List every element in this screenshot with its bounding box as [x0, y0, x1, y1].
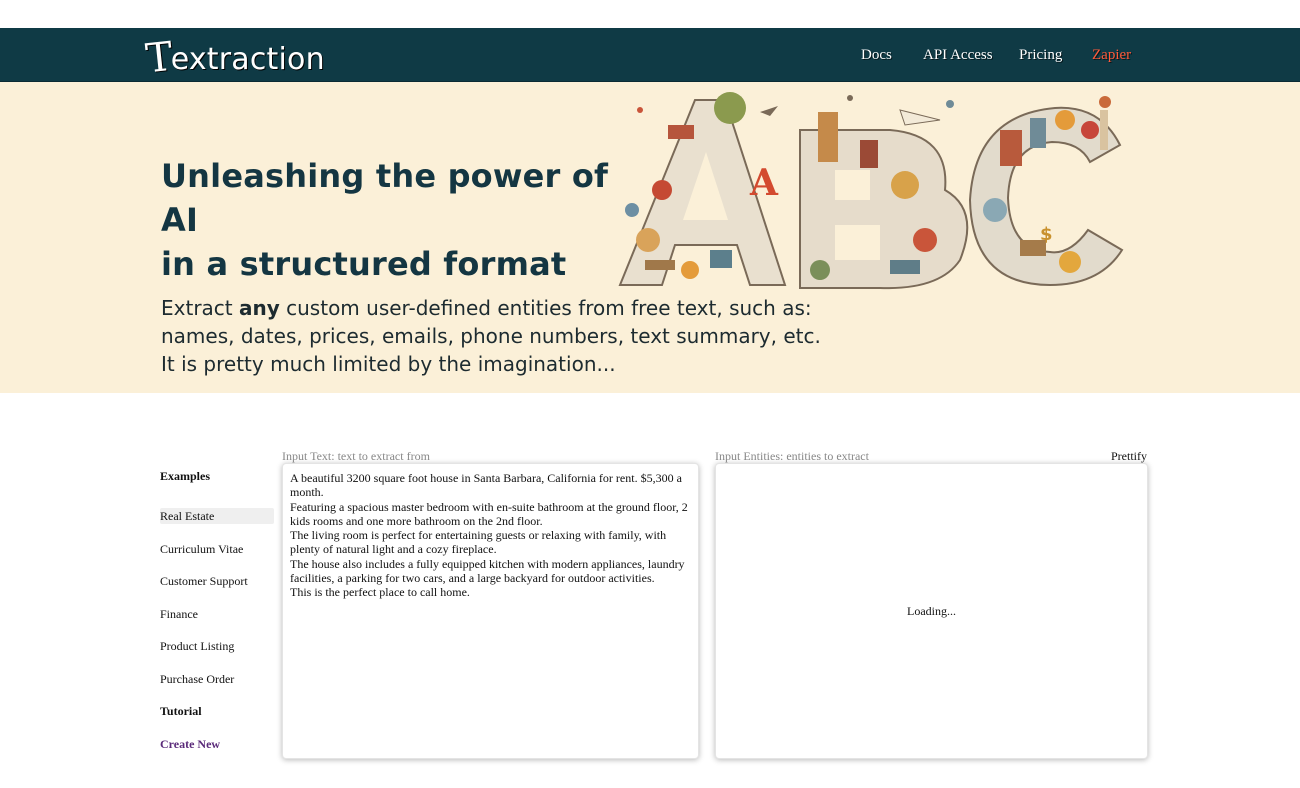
textraction-logo[interactable]: T extraction	[143, 32, 325, 83]
nav-zapier-link[interactable]: Zapier	[1092, 47, 1131, 64]
logo-text: extraction	[170, 42, 325, 77]
tagline-line-1: Extract any custom user-defined entities…	[161, 294, 881, 322]
example-real-estate[interactable]: Real Estate	[160, 508, 274, 524]
nav-api-access-link[interactable]: API Access	[923, 47, 993, 64]
tagline-line-2: names, dates, prices, emails, phone numb…	[161, 324, 821, 348]
create-new-link[interactable]: Create New	[160, 736, 274, 752]
top-navbar: T extraction Docs API Access Pricing Zap…	[0, 28, 1300, 82]
tagline-line-3: It is pretty much limited by the imagina…	[161, 352, 616, 376]
input-entities-editor[interactable]: Loading...	[715, 463, 1148, 759]
letter-a-collage: A	[618, 92, 787, 286]
input-text-area[interactable]: A beautiful 3200 square foot house in Sa…	[282, 463, 699, 759]
example-curriculum-vitae[interactable]: Curriculum Vitae	[160, 541, 274, 557]
loading-status: Loading...	[907, 604, 956, 618]
tagline-pre: Extract	[161, 296, 239, 320]
input-text-label: Input Text: text to extract from	[282, 449, 430, 463]
abc-collage-illustration: A $	[618, 92, 1124, 290]
example-finance[interactable]: Finance	[160, 606, 274, 622]
logo-initial: T	[143, 33, 176, 83]
input-text-value: A beautiful 3200 square foot house in Sa…	[290, 471, 688, 600]
hero-banner: Unleashing the power of AI in a structur…	[0, 82, 1300, 393]
hero-tagline: Extract any custom user-defined entities…	[161, 294, 881, 378]
letter-b-collage	[799, 109, 969, 290]
small-a-glyph: A	[749, 162, 779, 204]
tutorial-link[interactable]: Tutorial	[160, 703, 274, 719]
tagline-emphasis: any	[239, 296, 280, 320]
svg-text:$: $	[1040, 224, 1053, 245]
hero-headline: Unleashing the power of AI in a structur…	[161, 154, 641, 286]
input-entities-label: Input Entities: entities to extract	[715, 449, 869, 463]
nav-docs-link[interactable]: Docs	[861, 47, 892, 64]
prettify-button[interactable]: Prettify	[1111, 449, 1147, 464]
tagline-post: custom user-defined entities from free t…	[279, 296, 812, 320]
headline-line-2: in a structured format	[161, 245, 567, 283]
example-customer-support[interactable]: Customer Support	[160, 573, 274, 589]
example-purchase-order[interactable]: Purchase Order	[160, 671, 274, 687]
letter-c-collage: $	[968, 96, 1124, 287]
nav-pricing-link[interactable]: Pricing	[1019, 47, 1062, 64]
example-product-listing[interactable]: Product Listing	[160, 638, 274, 654]
examples-heading: Examples	[160, 469, 211, 483]
headline-line-1: Unleashing the power of AI	[161, 157, 609, 239]
